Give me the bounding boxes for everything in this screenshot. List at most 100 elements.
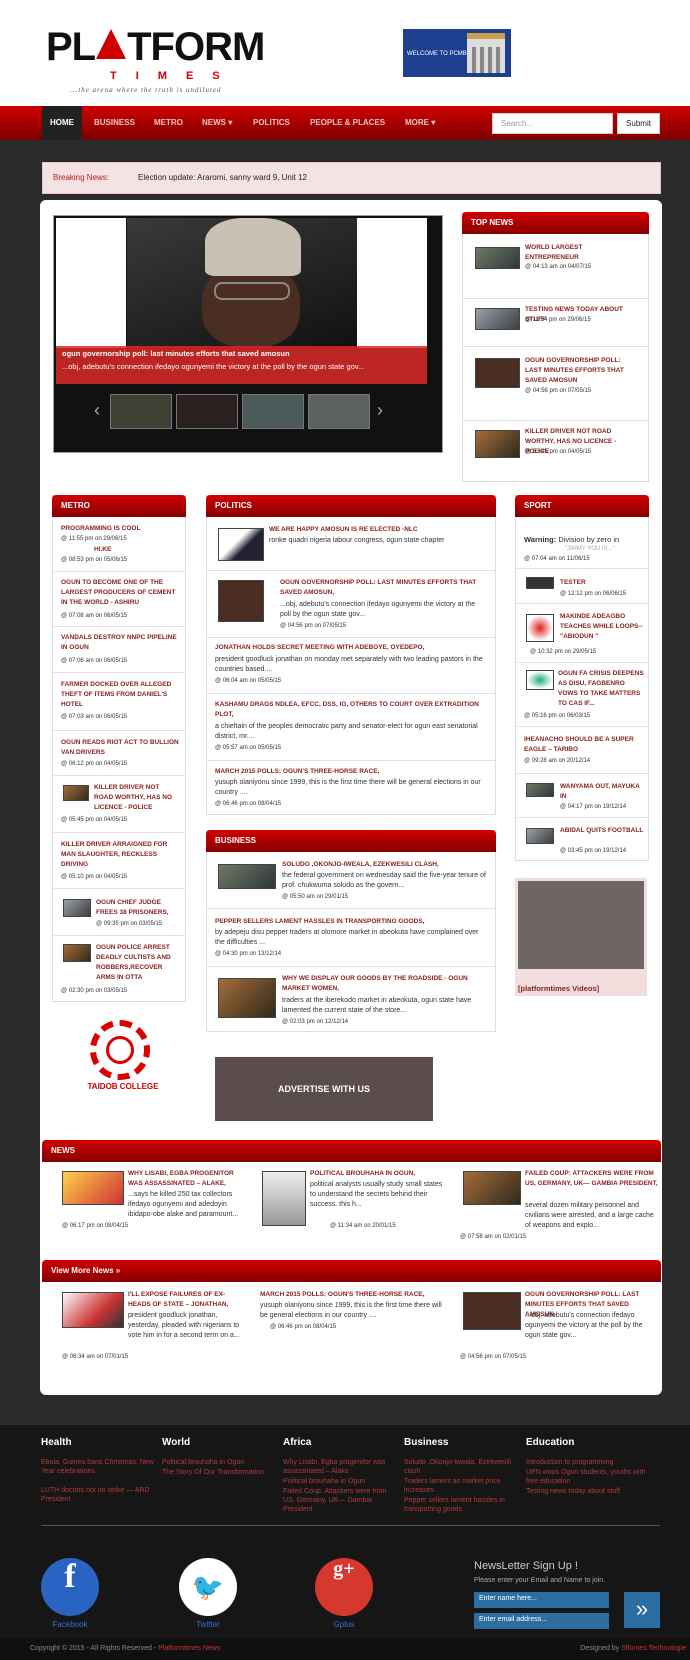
slide-caption[interactable]: ogun governorship poll: last minutes eff… (56, 346, 427, 384)
slider-thumbnails (110, 394, 370, 429)
nav-business[interactable]: BUSINESS (94, 106, 135, 140)
nav-politics[interactable]: POLITICS (253, 106, 290, 140)
nav-metro[interactable]: METRO (154, 106, 183, 140)
site-logo[interactable]: PL TFORM (46, 25, 265, 70)
sport-title[interactable]: TESTER (560, 578, 645, 588)
metro-title[interactable]: FARMER DOCKED OVER ALLEGED THEFT OF ITEM… (61, 680, 179, 710)
news-thumbnail[interactable] (63, 785, 89, 801)
footer-link[interactable]: Pepper sellers lament hassles in transpo… (404, 1496, 516, 1514)
advertise-banner[interactable]: ADVERTISE WITH US (215, 1057, 433, 1121)
news-thumbnail[interactable] (262, 1171, 306, 1226)
facebook-label[interactable]: Facebook (41, 1620, 99, 1629)
welcome-banner[interactable]: WELCOME TO PCMB (403, 29, 511, 77)
twitter-label[interactable]: Twitter (179, 1620, 237, 1629)
politics-title[interactable]: OGUN GOVERNORSHIP POLL: LAST MINUTES EFF… (280, 578, 487, 598)
top-news-title[interactable]: OGUN GOVERNORSHIP POLL: LAST MINUTES EFF… (525, 356, 635, 386)
footer-link[interactable]: Introduction to programming (526, 1458, 656, 1467)
metro-title[interactable]: OGUN READS RIOT ACT TO BULLION VAN DRIVE… (61, 738, 179, 758)
view-more-news-link[interactable]: View More News » (42, 1260, 661, 1282)
footer-link[interactable]: Why Lisabi, Egba progenitor was assassin… (283, 1458, 398, 1476)
footer-link[interactable]: Testing news today about stuff (526, 1487, 656, 1496)
footer-link[interactable]: Political brouhaha in Ogun (162, 1458, 272, 1467)
nav-home[interactable]: HOME (42, 106, 82, 140)
sport-title[interactable]: ABIDAL QUITS FOOTBALL (560, 826, 645, 836)
news-title[interactable]: WHY LISABI, EGBA PROGENITOR WAS ASSASSIN… (128, 1169, 243, 1189)
metro-title[interactable]: OGUN TO BECOME ONE OF THE LARGEST PRODUC… (61, 578, 179, 608)
news-thumbnail[interactable] (463, 1171, 521, 1205)
gplus-icon[interactable]: g+ (315, 1558, 373, 1616)
copyright-brand-link[interactable]: Platformtimes News (158, 1645, 220, 1652)
taidob-label[interactable]: TAIDOB COLLEGE (75, 1082, 171, 1091)
submit-button[interactable]: Submit (617, 113, 660, 134)
news-thumbnail[interactable] (475, 358, 520, 388)
metro-title[interactable]: VANDALS DESTROY NNPC PIPELINE IN OGUN (61, 633, 179, 653)
metro-title[interactable]: PROGRAMMING IS COOL (61, 524, 179, 534)
sport-meta: @ 12:12 pm on 06/06/15 (560, 591, 627, 597)
business-title[interactable]: PEPPER SELLERS LAMENT HASSLES IN TRANSPO… (215, 917, 487, 927)
business-title[interactable]: WHY WE DISPLAY OUR GOODS BY THE ROADSIDE… (282, 974, 487, 994)
gplus-label[interactable]: Gplus (315, 1620, 373, 1629)
sport-title[interactable]: IHEANACHO SHOULD BE A SUPER EAGLE – TARI… (524, 735, 646, 755)
news-thumbnail[interactable] (218, 580, 264, 622)
nav-news[interactable]: NEWS ▾ (202, 106, 232, 140)
breaking-text[interactable]: Election update: Araromi, sanny ward 9, … (138, 163, 307, 193)
news-thumbnail[interactable] (63, 944, 91, 962)
twitter-icon[interactable]: 🐦 (179, 1558, 237, 1616)
video-player[interactable] (518, 881, 644, 969)
facebook-icon[interactable]: f (41, 1558, 99, 1616)
metro-title[interactable]: OGUN CHIEF JUDGE FREES 38 PRISONERS, (96, 898, 179, 918)
designer-link[interactable]: Sflornes Technologie (621, 1645, 686, 1652)
newsletter-email-input[interactable]: Enter email address... (474, 1613, 609, 1629)
newsletter-name-input[interactable]: Enter name here... (474, 1592, 609, 1608)
politics-title[interactable]: KASHAMU DRAGS NDLEA, EFCC, DSS, IG, OTHE… (215, 700, 487, 720)
politics-title[interactable]: MARCH 2015 POLLS: OGUN'S THREE-HORSE RAC… (215, 767, 487, 777)
news-thumbnail[interactable] (63, 899, 91, 917)
footer-link[interactable]: Soludo ,Okonjo-Iweala, Ezekwesili clash (404, 1458, 516, 1476)
metro-title[interactable]: KILLER DRIVER ARRAIGNED FOR MAN SLAUGHTE… (61, 840, 179, 870)
news-thumbnail[interactable] (526, 614, 554, 642)
footer-link[interactable]: LUTH doctors not on strike — ARD Preside… (41, 1486, 156, 1504)
news-thumbnail[interactable] (475, 430, 520, 458)
footer-link[interactable]: The Story Of Our Transformation (162, 1468, 272, 1477)
news-thumbnail[interactable] (475, 308, 520, 330)
more-news-title[interactable]: I'LL EXPOSE FAILURES OF EX-HEADS OF STAT… (128, 1290, 243, 1310)
search-input[interactable]: Search... (492, 113, 613, 134)
news-title[interactable]: POLITICAL BROUHAHA IN OGUN, (310, 1169, 450, 1179)
newsletter-submit-icon[interactable]: » (624, 1592, 660, 1628)
news-thumbnail[interactable] (218, 978, 276, 1018)
metro-title[interactable]: HI.KE (94, 545, 174, 555)
videos-link[interactable]: [platformtimes Videos] (518, 984, 599, 993)
more-news-title[interactable]: MARCH 2015 POLLS: OGUN'S THREE-HORSE RAC… (260, 1290, 450, 1300)
slider-next-icon[interactable]: › (377, 400, 383, 421)
sport-title[interactable]: WANYAMA OUT, MAYUKA IN (560, 782, 645, 802)
politics-title[interactable]: WE ARE HAPPY AMOSUN IS RE ELECTED -NLC (269, 525, 487, 535)
politics-heading: POLITICS (206, 495, 496, 517)
footer-link[interactable]: Political brouhaha in Ogun (283, 1477, 398, 1486)
news-thumbnail[interactable] (526, 828, 554, 844)
top-news-title[interactable]: WORLD LARGEST ENTREPRENEUR (525, 243, 635, 263)
footer-link[interactable]: UPN woos Ogun students, youths with free… (526, 1468, 656, 1486)
nav-people-places[interactable]: PEOPLE & PLACES (310, 106, 385, 140)
news-thumbnail[interactable] (526, 577, 554, 589)
nav-more[interactable]: MORE ▾ (405, 106, 435, 140)
footer-link[interactable]: Ebola: Guinea bans Christmas, New Year c… (41, 1458, 156, 1476)
metro-title[interactable]: KILLER DRIVER NOT ROAD WORTHY, HAS NO LI… (94, 783, 179, 813)
slider-prev-icon[interactable]: ‹ (94, 400, 100, 421)
news-title[interactable]: FAILED COUP: ATTACKERS WERE FROM US, GER… (525, 1169, 660, 1189)
footer-link[interactable]: Traders lament as market price increases (404, 1477, 516, 1495)
slider-thumb[interactable] (308, 394, 370, 429)
news-thumbnail[interactable] (475, 247, 520, 269)
slider-thumb[interactable] (110, 394, 172, 429)
slider-thumb[interactable] (242, 394, 304, 429)
slider-thumb[interactable] (176, 394, 238, 429)
news-thumbnail[interactable] (526, 783, 554, 797)
business-title[interactable]: SOLUDO ,OKONJO-IWEALA, EZEKWESILI CLASH, (282, 860, 487, 870)
sport-title[interactable]: MAKINDE ADEAGBO TEACHES WHILE LOOPS-- "A… (560, 612, 645, 642)
taidob-logo-icon[interactable] (90, 1020, 150, 1080)
metro-title[interactable]: OGUN POLICE ARREST DEADLY CULTISTS AND R… (96, 943, 179, 983)
politics-title[interactable]: JONATHAN HOLDS SECRET MEETING WITH ADEBO… (215, 643, 487, 653)
sport-title[interactable]: OGUN FA CRISIS DEEPENS AS DISU, FAGBENRO… (524, 669, 646, 709)
news-thumbnail[interactable] (218, 528, 264, 561)
footer-link[interactable]: Failed Coup: Attackers were from US, Ger… (283, 1487, 398, 1514)
news-thumbnail[interactable] (218, 864, 276, 889)
